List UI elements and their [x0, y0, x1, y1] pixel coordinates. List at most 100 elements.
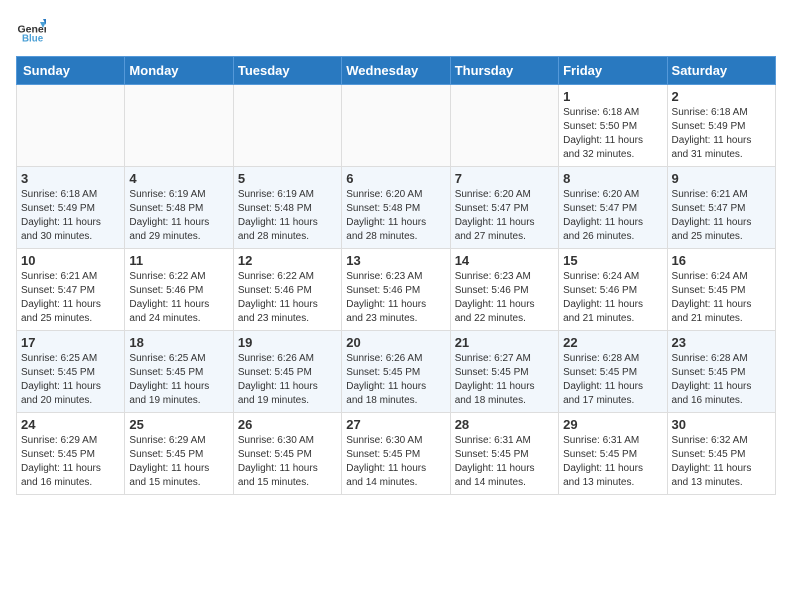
calendar-cell: 26 Sunrise: 6:30 AM Sunset: 5:45 PM Dayli…: [233, 413, 341, 495]
day-number: 2: [672, 89, 771, 104]
calendar-week-3: 17 Sunrise: 6:25 AM Sunset: 5:45 PM Dayli…: [17, 331, 776, 413]
calendar-cell: 3 Sunrise: 6:18 AM Sunset: 5:49 PM Daylig…: [17, 167, 125, 249]
calendar-cell: 19 Sunrise: 6:26 AM Sunset: 5:45 PM Dayli…: [233, 331, 341, 413]
day-info: Sunrise: 6:22 AM Sunset: 5:46 PM Dayligh…: [129, 270, 228, 326]
column-header-sunday: Sunday: [17, 57, 125, 85]
day-number: 29: [563, 417, 662, 432]
logo-icon: General Blue: [16, 16, 46, 46]
day-number: 30: [672, 417, 771, 432]
day-number: 7: [455, 171, 554, 186]
day-info: Sunrise: 6:25 AM Sunset: 5:45 PM Dayligh…: [21, 352, 120, 408]
day-number: 10: [21, 253, 120, 268]
calendar-cell: [17, 85, 125, 167]
calendar-cell: 5 Sunrise: 6:19 AM Sunset: 5:48 PM Daylig…: [233, 167, 341, 249]
calendar-header-row: SundayMondayTuesdayWednesdayThursdayFrid…: [17, 57, 776, 85]
calendar-cell: 14Sunrise: 6:23 AM Sunset: 5:46 PM Dayli…: [450, 249, 558, 331]
day-info: Sunrise: 6:18 AM Sunset: 5:50 PM Dayligh…: [563, 106, 662, 162]
calendar-week-1: 3 Sunrise: 6:18 AM Sunset: 5:49 PM Daylig…: [17, 167, 776, 249]
day-number: 22: [563, 335, 662, 350]
day-info: Sunrise: 6:29 AM Sunset: 5:45 PM Dayligh…: [129, 434, 228, 490]
day-number: 3: [21, 171, 120, 186]
calendar-week-4: 24Sunrise: 6:29 AM Sunset: 5:45 PM Dayli…: [17, 413, 776, 495]
day-info: Sunrise: 6:26 AM Sunset: 5:45 PM Dayligh…: [238, 352, 337, 408]
day-info: Sunrise: 6:26 AM Sunset: 5:45 PM Dayligh…: [346, 352, 445, 408]
day-info: Sunrise: 6:28 AM Sunset: 5:45 PM Dayligh…: [563, 352, 662, 408]
day-info: Sunrise: 6:20 AM Sunset: 5:48 PM Dayligh…: [346, 188, 445, 244]
calendar-cell: 24Sunrise: 6:29 AM Sunset: 5:45 PM Dayli…: [17, 413, 125, 495]
day-info: Sunrise: 6:19 AM Sunset: 5:48 PM Dayligh…: [238, 188, 337, 244]
calendar-week-2: 10 Sunrise: 6:21 AM Sunset: 5:47 PM Dayli…: [17, 249, 776, 331]
day-number: 5: [238, 171, 337, 186]
day-info: Sunrise: 6:29 AM Sunset: 5:45 PM Dayligh…: [21, 434, 120, 490]
column-header-saturday: Saturday: [667, 57, 775, 85]
calendar-cell: [233, 85, 341, 167]
day-info: Sunrise: 6:23 AM Sunset: 5:46 PM Dayligh…: [346, 270, 445, 326]
day-number: 13: [346, 253, 445, 268]
day-info: Sunrise: 6:30 AM Sunset: 5:45 PM Dayligh…: [238, 434, 337, 490]
day-info: Sunrise: 6:30 AM Sunset: 5:45 PM Dayligh…: [346, 434, 445, 490]
day-number: 14: [455, 253, 554, 268]
calendar-cell: [342, 85, 450, 167]
calendar-cell: 18 Sunrise: 6:25 AM Sunset: 5:45 PM Dayli…: [125, 331, 233, 413]
day-info: Sunrise: 6:25 AM Sunset: 5:45 PM Dayligh…: [129, 352, 228, 408]
day-info: Sunrise: 6:20 AM Sunset: 5:47 PM Dayligh…: [563, 188, 662, 244]
calendar-cell: 2Sunrise: 6:18 AM Sunset: 5:49 PM Daylig…: [667, 85, 775, 167]
day-info: Sunrise: 6:18 AM Sunset: 5:49 PM Dayligh…: [21, 188, 120, 244]
day-info: Sunrise: 6:27 AM Sunset: 5:45 PM Dayligh…: [455, 352, 554, 408]
calendar-cell: 15Sunrise: 6:24 AM Sunset: 5:46 PM Dayli…: [559, 249, 667, 331]
day-info: Sunrise: 6:24 AM Sunset: 5:45 PM Dayligh…: [672, 270, 771, 326]
day-number: 1: [563, 89, 662, 104]
svg-text:Blue: Blue: [22, 34, 44, 45]
day-number: 27: [346, 417, 445, 432]
column-header-wednesday: Wednesday: [342, 57, 450, 85]
day-info: Sunrise: 6:22 AM Sunset: 5:46 PM Dayligh…: [238, 270, 337, 326]
day-number: 6: [346, 171, 445, 186]
logo: General Blue: [16, 16, 46, 46]
calendar-cell: [450, 85, 558, 167]
calendar-cell: 30Sunrise: 6:32 AM Sunset: 5:45 PM Dayli…: [667, 413, 775, 495]
day-number: 8: [563, 171, 662, 186]
day-number: 26: [238, 417, 337, 432]
day-info: Sunrise: 6:31 AM Sunset: 5:45 PM Dayligh…: [563, 434, 662, 490]
day-number: 15: [563, 253, 662, 268]
calendar-cell: [125, 85, 233, 167]
day-info: Sunrise: 6:28 AM Sunset: 5:45 PM Dayligh…: [672, 352, 771, 408]
calendar-cell: 23 Sunrise: 6:28 AM Sunset: 5:45 PM Dayli…: [667, 331, 775, 413]
calendar-cell: 11 Sunrise: 6:22 AM Sunset: 5:46 PM Dayli…: [125, 249, 233, 331]
calendar-cell: 27 Sunrise: 6:30 AM Sunset: 5:45 PM Dayli…: [342, 413, 450, 495]
column-header-monday: Monday: [125, 57, 233, 85]
calendar-cell: 1 Sunrise: 6:18 AM Sunset: 5:50 PM Daylig…: [559, 85, 667, 167]
day-number: 23: [672, 335, 771, 350]
day-info: Sunrise: 6:21 AM Sunset: 5:47 PM Dayligh…: [672, 188, 771, 244]
calendar-table: SundayMondayTuesdayWednesdayThursdayFrid…: [16, 56, 776, 495]
day-number: 18: [129, 335, 228, 350]
day-number: 11: [129, 253, 228, 268]
calendar-week-0: 1 Sunrise: 6:18 AM Sunset: 5:50 PM Daylig…: [17, 85, 776, 167]
day-number: 21: [455, 335, 554, 350]
day-number: 20: [346, 335, 445, 350]
day-number: 19: [238, 335, 337, 350]
calendar-cell: 29 Sunrise: 6:31 AM Sunset: 5:45 PM Dayli…: [559, 413, 667, 495]
day-number: 4: [129, 171, 228, 186]
day-number: 12: [238, 253, 337, 268]
calendar-cell: 4Sunrise: 6:19 AM Sunset: 5:48 PM Daylig…: [125, 167, 233, 249]
day-info: Sunrise: 6:21 AM Sunset: 5:47 PM Dayligh…: [21, 270, 120, 326]
column-header-thursday: Thursday: [450, 57, 558, 85]
calendar-cell: 10 Sunrise: 6:21 AM Sunset: 5:47 PM Dayli…: [17, 249, 125, 331]
calendar-cell: 8 Sunrise: 6:20 AM Sunset: 5:47 PM Daylig…: [559, 167, 667, 249]
day-number: 28: [455, 417, 554, 432]
calendar-cell: 9Sunrise: 6:21 AM Sunset: 5:47 PM Daylig…: [667, 167, 775, 249]
calendar-cell: 12 Sunrise: 6:22 AM Sunset: 5:46 PM Dayli…: [233, 249, 341, 331]
column-header-tuesday: Tuesday: [233, 57, 341, 85]
calendar-cell: 7 Sunrise: 6:20 AM Sunset: 5:47 PM Daylig…: [450, 167, 558, 249]
calendar-cell: 16 Sunrise: 6:24 AM Sunset: 5:45 PM Dayli…: [667, 249, 775, 331]
calendar-cell: 20 Sunrise: 6:26 AM Sunset: 5:45 PM Dayli…: [342, 331, 450, 413]
calendar-cell: 25Sunrise: 6:29 AM Sunset: 5:45 PM Dayli…: [125, 413, 233, 495]
calendar-cell: 22 Sunrise: 6:28 AM Sunset: 5:45 PM Dayli…: [559, 331, 667, 413]
calendar-cell: 21 Sunrise: 6:27 AM Sunset: 5:45 PM Dayli…: [450, 331, 558, 413]
calendar-cell: 17 Sunrise: 6:25 AM Sunset: 5:45 PM Dayli…: [17, 331, 125, 413]
calendar-cell: 13 Sunrise: 6:23 AM Sunset: 5:46 PM Dayli…: [342, 249, 450, 331]
day-number: 16: [672, 253, 771, 268]
day-number: 17: [21, 335, 120, 350]
day-info: Sunrise: 6:20 AM Sunset: 5:47 PM Dayligh…: [455, 188, 554, 244]
